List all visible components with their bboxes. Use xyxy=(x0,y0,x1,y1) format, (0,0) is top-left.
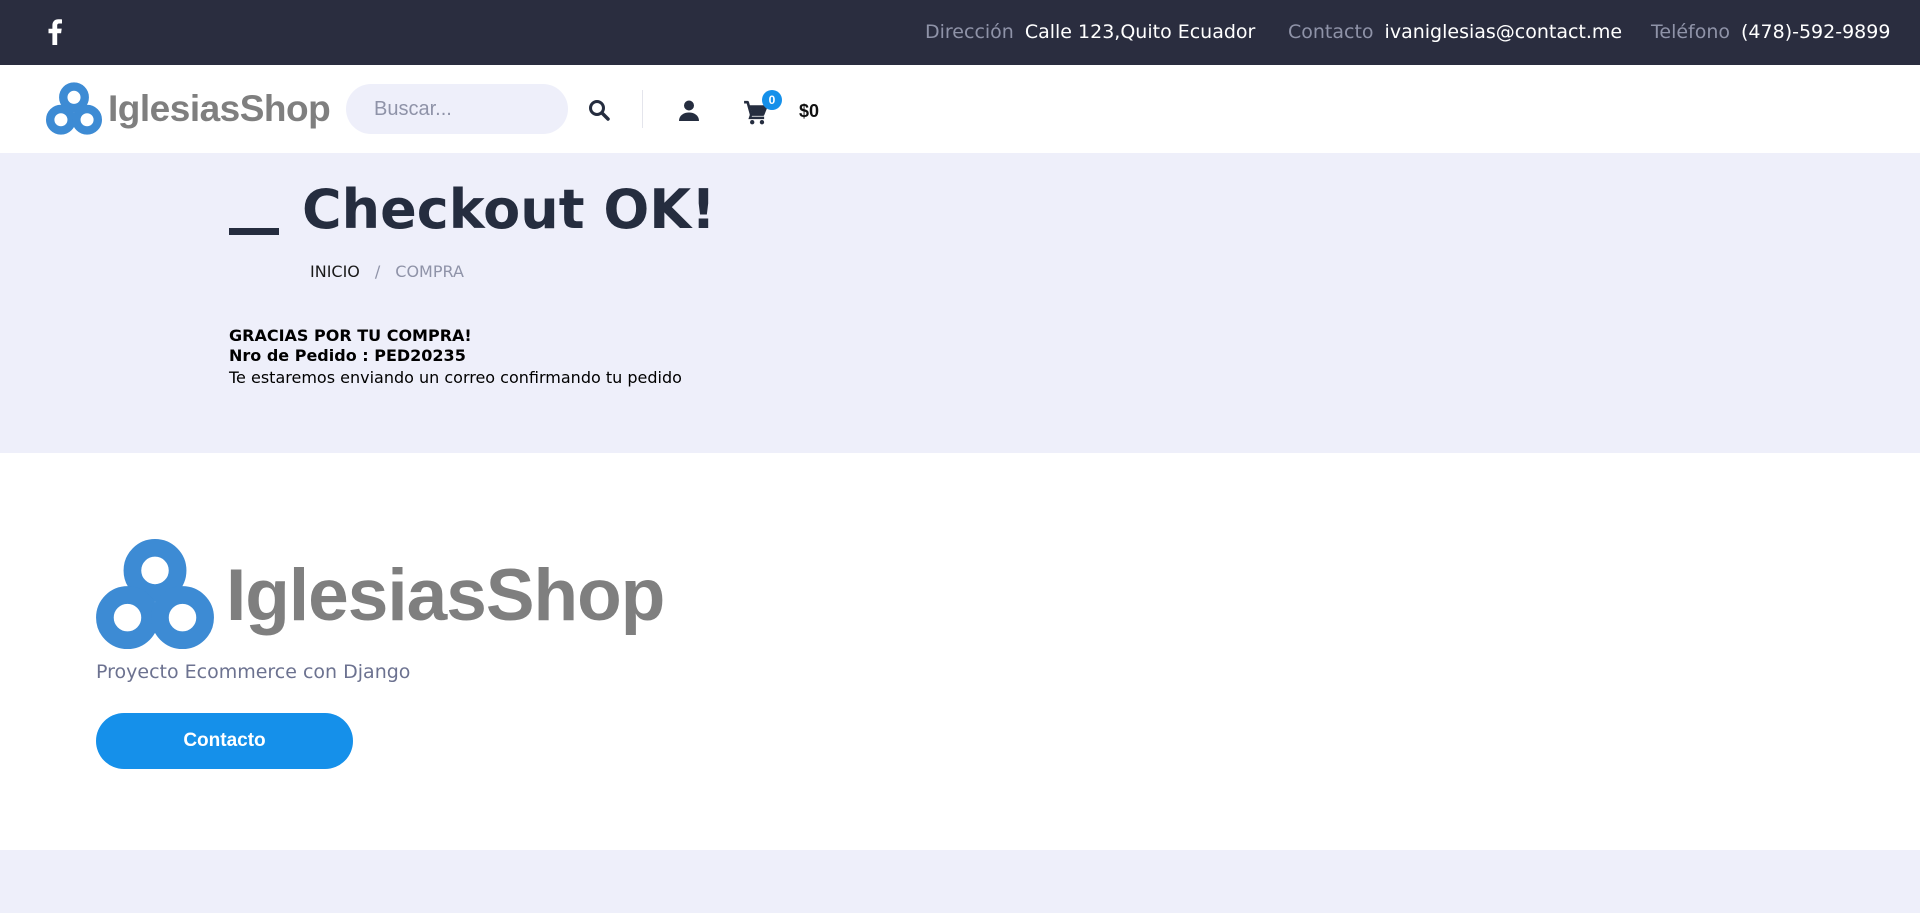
page-title: Checkout OK! xyxy=(302,178,716,241)
search-icon[interactable] xyxy=(587,98,611,122)
brand-name: IglesiasShop xyxy=(108,88,331,129)
user-icon[interactable] xyxy=(677,98,701,122)
footer-brand-name: IglesiasShop xyxy=(226,554,665,636)
phone-value[interactable]: (478)-592-9899 xyxy=(1741,21,1890,43)
contact-button[interactable]: Contacto xyxy=(96,713,353,769)
header-divider xyxy=(642,90,643,128)
breadcrumb: INICIO / COMPRA xyxy=(310,262,464,281)
footer: IglesiasShop Proyecto Ecommerce con Djan… xyxy=(0,453,1920,850)
address-value: Calle 123,Quito Ecuador xyxy=(1024,20,1256,43)
address-label: Dirección xyxy=(925,20,1014,43)
cart-count-badge: 0 xyxy=(762,90,782,110)
search-input[interactable] xyxy=(346,84,568,134)
logo-mark-icon xyxy=(46,82,102,135)
thanks-message: GRACIAS POR TU COMPRA! xyxy=(229,326,472,345)
footer-tagline: Proyecto Ecommerce con Django xyxy=(96,661,411,683)
phone-label: Teléfono xyxy=(1651,20,1731,43)
footer-logo[interactable]: IglesiasShop xyxy=(96,539,665,651)
phone-info: Teléfono (478)-592-9899 xyxy=(1651,0,1890,63)
top-bar: Dirección Calle 123,Quito Ecuador Contac… xyxy=(0,0,1920,65)
main-header: IglesiasShop 0 $0 xyxy=(0,65,1920,153)
address-info: Dirección Calle 123,Quito Ecuador xyxy=(925,0,1255,63)
contact-label: Contacto xyxy=(1288,20,1374,43)
logo-mark-icon xyxy=(96,539,214,650)
contact-info: Contacto ivaniglesias@contact.me xyxy=(1288,0,1622,63)
bottom-band xyxy=(0,850,1920,913)
cart-total: $0 xyxy=(799,101,820,121)
breadcrumb-current: COMPRA xyxy=(395,262,464,281)
title-dash xyxy=(229,228,279,235)
order-number: Nro de Pedido : PED20235 xyxy=(229,346,466,365)
header-logo[interactable]: IglesiasShop xyxy=(46,82,331,136)
checkout-section: Checkout OK! INICIO / COMPRA GRACIAS POR… xyxy=(0,153,1920,453)
email-notice: Te estaremos enviando un correo confirma… xyxy=(229,368,682,387)
breadcrumb-separator: / xyxy=(374,262,381,281)
facebook-icon[interactable] xyxy=(48,19,62,45)
breadcrumb-home[interactable]: INICIO xyxy=(310,262,360,281)
contact-email[interactable]: ivaniglesias@contact.me xyxy=(1385,21,1623,43)
